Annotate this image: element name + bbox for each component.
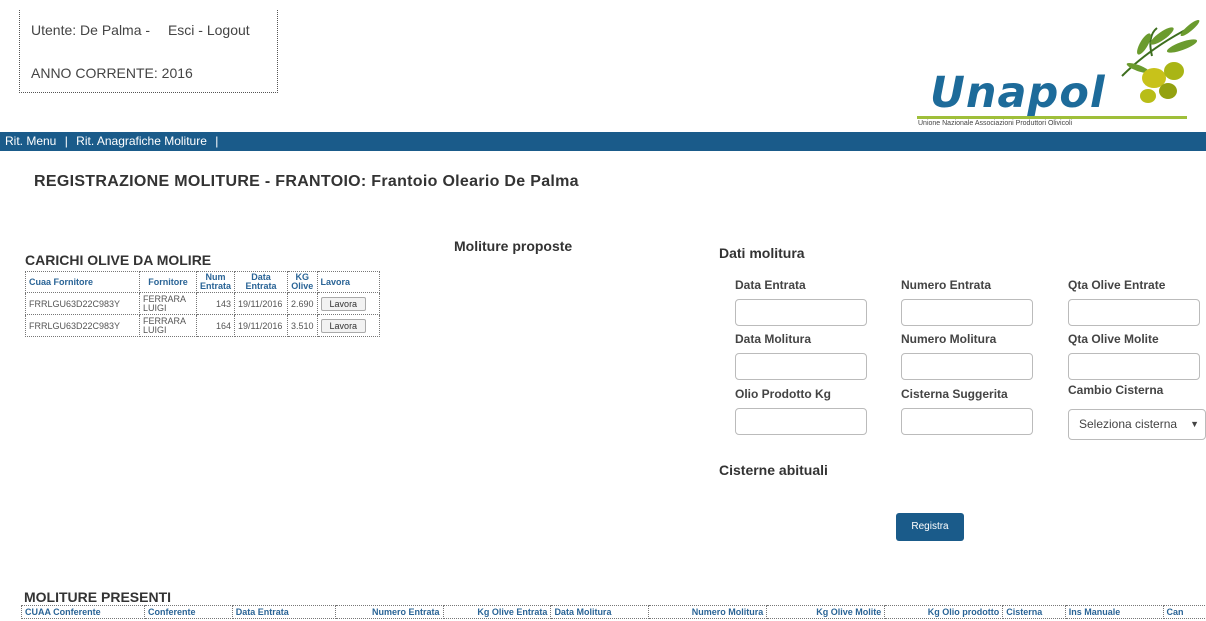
nav-separator: | (64, 134, 68, 148)
qta-olive-entrate-label: Qta Olive Entrate (1068, 278, 1166, 292)
nav-item-anagrafiche[interactable]: Rit. Anagrafiche Moliture (76, 134, 207, 148)
cisterna-suggerita-label: Cisterna Suggerita (901, 387, 1008, 401)
user-line: Utente: De Palma - Esci - Logout (31, 22, 250, 38)
cuaa-cell: FRRLGU63D22C983Y (25, 314, 140, 337)
user-info-box: Utente: De Palma - Esci - Logout ANNO CO… (19, 10, 278, 93)
page-title: REGISTRAZIONE MOLITURE - FRANTOIO: Frant… (34, 173, 579, 190)
logout-link[interactable]: Esci - Logout (168, 22, 250, 38)
data-entrata-cell: 19/11/2016 (234, 292, 289, 315)
cambio-cisterna-select[interactable]: Seleziona cisterna ▼ (1068, 409, 1206, 440)
column-header: Fornitore (139, 271, 197, 293)
logo-underline (917, 116, 1187, 119)
data-entrata-label: Data Entrata (735, 278, 806, 292)
column-header: Kg Olio prodotto (884, 605, 1004, 619)
column-header: CUAA Conferente (20, 605, 146, 619)
column-header: Cisterna (1002, 605, 1066, 619)
numero-molitura-label: Numero Molitura (901, 332, 997, 346)
qta-olive-molite-input[interactable] (1068, 353, 1200, 380)
column-header: KG Olive (287, 271, 318, 293)
user-label: Utente: De Palma - (31, 22, 151, 38)
num-entrata-cell: 164 (195, 314, 236, 337)
table-row: FRRLGU63D22C983Y FERRARA LUIGI 143 19/11… (25, 292, 380, 315)
column-header: Kg Olive Entrata (442, 605, 552, 619)
moliture-presenti-title: MOLITURE PRESENTI (24, 589, 172, 605)
lavora-button[interactable]: Lavora (320, 318, 367, 333)
fornitore-cell: FERRARA LUIGI (139, 314, 197, 337)
olio-prodotto-input[interactable] (735, 408, 867, 435)
unapol-logo: Unapol Unione Nazionale Associazioni Pro… (912, 16, 1202, 131)
data-molitura-label: Data Molitura (735, 332, 812, 346)
dati-molitura-title: Dati molitura (719, 245, 805, 261)
kg-olive-cell: 3.510 (287, 314, 318, 337)
column-header: Numero Entrata (334, 605, 444, 619)
column-header: Num Entrata (195, 271, 236, 293)
fornitore-cell: FERRARA LUIGI (139, 292, 197, 315)
olio-prodotto-label: Olio Prodotto Kg (735, 387, 831, 401)
column-header: Data Entrata (231, 605, 336, 619)
carichi-title: CARICHI OLIVE DA MOLIRE (25, 252, 212, 268)
qta-olive-entrate-input[interactable] (1068, 299, 1200, 326)
nav-separator: | (215, 134, 219, 148)
lavora-button[interactable]: Lavora (320, 296, 367, 311)
numero-entrata-label: Numero Entrata (901, 278, 992, 292)
numero-entrata-input[interactable] (901, 299, 1033, 326)
table-header-row: CUAA Conferente Conferente Data Entrata … (20, 605, 1206, 619)
lavora-cell: Lavora (316, 292, 380, 315)
data-entrata-input[interactable] (735, 299, 867, 326)
column-header: Lavora (316, 271, 380, 293)
nav-bar: Rit. Menu | Rit. Anagrafiche Moliture | (0, 132, 1206, 151)
table-row: FRRLGU63D22C983Y FERRARA LUIGI 164 19/11… (25, 314, 380, 337)
column-header: Numero Molitura (648, 605, 768, 619)
logo-wordmark: Unapol (930, 68, 1106, 118)
qta-olive-molite-label: Qta Olive Molite (1068, 332, 1159, 346)
column-header: Data Entrata (234, 271, 289, 293)
cisterna-suggerita-input[interactable] (901, 408, 1033, 435)
kg-olive-cell: 2.690 (287, 292, 318, 315)
cisterne-abituali-title: Cisterne abituali (719, 462, 828, 478)
carichi-table: Cuaa Fornitore Fornitore Num Entrata Dat… (25, 271, 380, 337)
column-header: Kg Olive Molite (766, 605, 886, 619)
moliture-proposte-title: Moliture proposte (454, 238, 573, 254)
num-entrata-cell: 143 (195, 292, 236, 315)
column-header: Data Molitura (550, 605, 650, 619)
nav-item-menu[interactable]: Rit. Menu (5, 134, 56, 148)
current-year-label: ANNO CORRENTE: 2016 (31, 65, 193, 81)
chevron-down-icon: ▼ (1190, 419, 1199, 429)
column-header: Ins Manuale (1064, 605, 1164, 619)
column-header: Cuaa Fornitore (25, 271, 140, 293)
numero-molitura-input[interactable] (901, 353, 1033, 380)
cambio-cisterna-label: Cambio Cisterna (1068, 383, 1164, 397)
lavora-cell: Lavora (316, 314, 380, 337)
select-value: Seleziona cisterna (1079, 417, 1178, 431)
column-header: Can (1162, 605, 1206, 619)
data-entrata-cell: 19/11/2016 (234, 314, 289, 337)
logo-subtitle: Unione Nazionale Associazioni Produttori… (918, 120, 1073, 127)
table-header-row: Cuaa Fornitore Fornitore Num Entrata Dat… (25, 271, 380, 293)
moliture-presenti-table: CUAA Conferente Conferente Data Entrata … (20, 605, 1206, 619)
registra-button[interactable]: Registra (896, 513, 964, 541)
cuaa-cell: FRRLGU63D22C983Y (25, 292, 140, 315)
data-molitura-input[interactable] (735, 353, 867, 380)
column-header: Conferente (144, 605, 233, 619)
